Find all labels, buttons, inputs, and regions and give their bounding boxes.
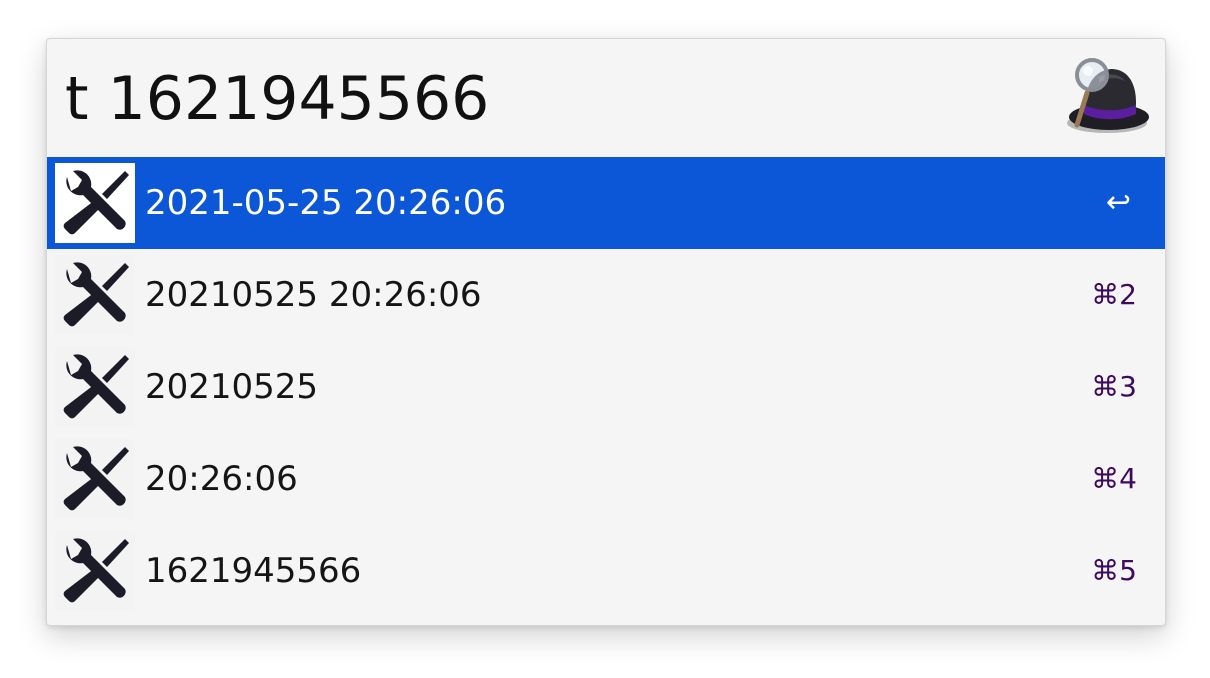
result-title: 20210525 20:26:06 (145, 275, 482, 315)
results-list: 2021-05-25 20:26:06 ↩ 20210525 20:26:06 … (47, 157, 1165, 625)
tools-icon (55, 439, 135, 519)
result-row[interactable]: 2021-05-25 20:26:06 ↩ (47, 157, 1165, 249)
result-row[interactable]: 20:26:06 ⌘4 (47, 433, 1165, 525)
shortcut-hint: ⌘3 (1091, 370, 1137, 403)
launcher-window: 2021-05-25 20:26:06 ↩ 20210525 20:26:06 … (46, 38, 1166, 626)
result-title: 20:26:06 (145, 459, 298, 499)
shortcut-hint: ⌘5 (1091, 554, 1137, 587)
result-title: 2021-05-25 20:26:06 (145, 183, 507, 223)
result-row[interactable]: 20210525 20:26:06 ⌘2 (47, 249, 1165, 341)
result-title: 20210525 (145, 367, 319, 407)
shortcut-hint: ⌘4 (1091, 462, 1137, 495)
search-bar (47, 39, 1165, 157)
tools-icon (55, 531, 135, 611)
result-row[interactable]: 1621945566 ⌘5 (47, 525, 1165, 617)
tools-icon (55, 163, 135, 243)
return-key-hint: ↩ (1105, 185, 1131, 220)
bowler-hat-magnifier-icon (1059, 55, 1149, 139)
search-input[interactable] (65, 57, 1025, 141)
result-row[interactable]: 20210525 ⌘3 (47, 341, 1165, 433)
shortcut-hint: ⌘2 (1091, 278, 1137, 311)
tools-icon (55, 255, 135, 335)
tools-icon (55, 347, 135, 427)
result-title: 1621945566 (145, 551, 362, 591)
